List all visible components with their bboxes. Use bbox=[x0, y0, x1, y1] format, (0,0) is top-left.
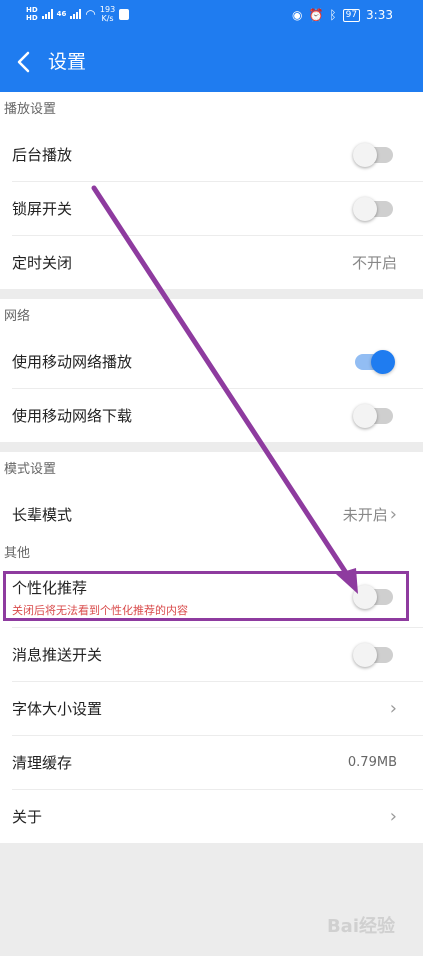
background-play-toggle[interactable] bbox=[353, 142, 393, 167]
alarm-icon: ⏰ bbox=[308, 8, 324, 22]
net-speed-value: 193 bbox=[99, 5, 116, 14]
wifi-icon: ◠ bbox=[85, 7, 96, 21]
personalized-toggle[interactable] bbox=[353, 585, 393, 609]
row-personalized[interactable]: 个性化推荐 关闭后将无法看到个性化推荐的内容 bbox=[12, 567, 423, 628]
section-divider bbox=[0, 442, 423, 452]
eye-icon: ◉ bbox=[291, 8, 303, 22]
toggle-knob bbox=[353, 142, 377, 167]
row-label: 使用移动网络下载 bbox=[12, 407, 133, 425]
chevron-right-icon: › bbox=[389, 698, 397, 719]
status-right: ◉ ⏰ ᛒ 97 3:33 bbox=[292, 8, 393, 22]
watermark-logo: Bai经验 bbox=[326, 916, 395, 937]
sim2-label: HD bbox=[26, 14, 38, 22]
row-label: 使用移动网络播放 bbox=[12, 353, 133, 371]
signal-icon bbox=[41, 9, 53, 19]
elder-mode-value: 未开启 bbox=[342, 506, 388, 524]
row-label: 后台播放 bbox=[12, 146, 73, 164]
cache-size-value: 0.79MB bbox=[347, 755, 397, 770]
row-about[interactable]: 关于 › bbox=[12, 790, 423, 843]
app-header: 设置 bbox=[0, 33, 423, 92]
mobile-play-toggle[interactable] bbox=[355, 349, 395, 374]
status-bar: HD HD 46 ◠ 193 K/s ◉ ⏰ ᛒ 97 3:33 bbox=[0, 0, 423, 33]
mobile-download-toggle[interactable] bbox=[353, 403, 393, 428]
row-clear-cache[interactable]: 清理缓存 0.79MB bbox=[12, 736, 423, 790]
section-header-playback: 播放设置 bbox=[4, 102, 57, 117]
back-button[interactable] bbox=[10, 49, 36, 75]
chevron-right-icon: › bbox=[389, 806, 397, 827]
signal-label: 46 bbox=[56, 10, 67, 18]
row-label: 关于 bbox=[12, 808, 43, 826]
push-toggle[interactable] bbox=[353, 642, 393, 667]
row-label: 字体大小设置 bbox=[12, 700, 103, 718]
row-timer-off[interactable]: 定时关闭 不开启 bbox=[12, 236, 423, 289]
net-speed-unit: K/s bbox=[101, 14, 114, 23]
personalized-hint: 关闭后将无法看到个性化推荐的内容 bbox=[12, 603, 188, 617]
settings-list: 播放设置 后台播放 锁屏开关 定时关闭 不开启 网络 使用移动网络播放 使用移动… bbox=[0, 92, 423, 843]
chevron-left-icon bbox=[17, 51, 30, 73]
bluetooth-icon: ᛒ bbox=[329, 8, 337, 22]
empty-area: Bai经验 bbox=[0, 849, 423, 956]
row-background-play[interactable]: 后台播放 bbox=[12, 128, 423, 182]
toggle-knob bbox=[353, 196, 377, 221]
section-divider bbox=[0, 289, 423, 299]
row-mobile-download[interactable]: 使用移动网络下载 bbox=[12, 389, 423, 442]
shield-icon bbox=[119, 8, 130, 20]
section-header-network: 网络 bbox=[4, 309, 31, 324]
signal2-icon bbox=[70, 9, 82, 19]
section-header-mode: 模式设置 bbox=[4, 462, 57, 477]
sim-indicators: HD HD bbox=[26, 6, 38, 22]
row-label: 锁屏开关 bbox=[12, 200, 73, 218]
battery-indicator: 97 bbox=[342, 8, 361, 22]
net-speed: 193 K/s bbox=[100, 5, 115, 23]
sim1-label: HD bbox=[26, 6, 38, 14]
status-left: HD HD 46 ◠ 193 K/s bbox=[26, 5, 130, 23]
row-label: 长辈模式 bbox=[12, 506, 73, 524]
row-elder-mode[interactable]: 长辈模式 未开启 › bbox=[12, 488, 423, 541]
timer-off-value: 不开启 bbox=[351, 254, 397, 272]
row-label: 定时关闭 bbox=[12, 254, 73, 272]
row-lockscreen[interactable]: 锁屏开关 bbox=[12, 182, 423, 236]
row-push[interactable]: 消息推送开关 bbox=[12, 628, 423, 682]
row-label: 消息推送开关 bbox=[12, 646, 103, 664]
row-mobile-play[interactable]: 使用移动网络播放 bbox=[12, 335, 423, 389]
toggle-knob bbox=[353, 403, 377, 428]
clock: 3:33 bbox=[366, 8, 393, 22]
lockscreen-toggle[interactable] bbox=[353, 196, 393, 221]
page-title: 设置 bbox=[48, 51, 87, 73]
row-label: 清理缓存 bbox=[12, 754, 73, 772]
toggle-knob bbox=[353, 585, 377, 609]
toggle-knob bbox=[353, 642, 377, 667]
row-label: 个性化推荐 bbox=[12, 578, 88, 597]
section-header-other: 其他 bbox=[4, 546, 31, 561]
chevron-right-icon: › bbox=[389, 504, 397, 525]
toggle-knob bbox=[371, 349, 395, 374]
row-font-size[interactable]: 字体大小设置 › bbox=[12, 682, 423, 736]
